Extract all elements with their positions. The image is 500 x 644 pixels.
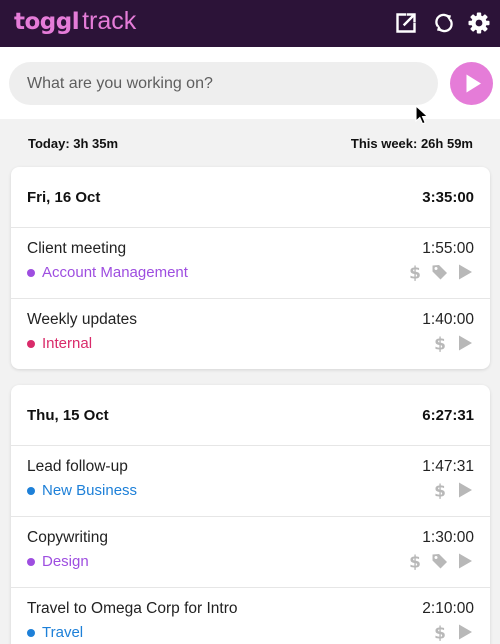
project-color-dot bbox=[27, 486, 35, 495]
play-icon bbox=[466, 74, 481, 93]
tag-icon[interactable] bbox=[431, 552, 449, 570]
svg-text:$: $ bbox=[409, 264, 421, 282]
entry-description: Lead follow-up bbox=[27, 458, 128, 475]
entry-duration: 2:10:00 bbox=[422, 600, 474, 617]
svg-text:$: $ bbox=[434, 624, 446, 642]
sync-icon[interactable] bbox=[430, 9, 458, 37]
project-name: Account Management bbox=[42, 264, 188, 281]
continue-play-icon[interactable] bbox=[456, 263, 474, 281]
continue-play-icon[interactable] bbox=[456, 481, 474, 499]
time-entry[interactable]: Travel to Omega Corp for Intro 2:10:00 T… bbox=[11, 587, 490, 644]
billable-dollar-icon[interactable]: $ bbox=[431, 481, 449, 500]
description-input[interactable] bbox=[9, 62, 438, 105]
svg-text:$: $ bbox=[409, 553, 421, 571]
entry-description: Travel to Omega Corp for Intro bbox=[27, 600, 238, 617]
entry-duration: 1:40:00 bbox=[422, 311, 474, 328]
continue-play-icon[interactable] bbox=[456, 552, 474, 570]
day-total-duration: 6:27:31 bbox=[422, 407, 474, 424]
billable-dollar-icon[interactable]: $ bbox=[406, 552, 424, 571]
week-total: This week: 26h 59m bbox=[350, 136, 473, 151]
project-color-dot bbox=[27, 268, 35, 277]
continue-play-icon[interactable] bbox=[456, 334, 474, 352]
entry-actions: $ bbox=[424, 334, 474, 352]
entry-description: Weekly updates bbox=[27, 311, 137, 328]
day-header: Thu, 15 Oct 6:27:31 bbox=[11, 385, 490, 445]
day-group: Fri, 16 Oct 3:35:00 Client meeting 1:55:… bbox=[11, 167, 490, 369]
entry-project[interactable]: Travel bbox=[27, 624, 83, 641]
entry-project[interactable]: Internal bbox=[27, 335, 92, 352]
time-summary: Today: 3h 35m This week: 26h 59m bbox=[0, 119, 500, 167]
entry-duration: 1:55:00 bbox=[422, 240, 474, 257]
toggl-track-logo: toggl track bbox=[14, 7, 136, 39]
day-date: Fri, 16 Oct bbox=[27, 189, 101, 206]
project-name: New Business bbox=[42, 482, 138, 499]
open-in-new-window-icon[interactable] bbox=[392, 9, 420, 37]
billable-dollar-icon[interactable]: $ bbox=[431, 334, 449, 353]
entry-duration: 1:47:31 bbox=[422, 458, 474, 475]
time-entry[interactable]: Lead follow-up 1:47:31 New Business $ bbox=[11, 445, 490, 516]
entry-actions: $ bbox=[424, 481, 474, 499]
entry-actions: $ bbox=[399, 552, 474, 570]
svg-text:$: $ bbox=[434, 482, 446, 500]
entry-duration: 1:30:00 bbox=[422, 529, 474, 546]
logo-secondary: track bbox=[82, 7, 137, 35]
project-color-dot bbox=[27, 557, 35, 566]
today-total: Today: 3h 35m bbox=[28, 136, 119, 151]
day-total-duration: 3:35:00 bbox=[422, 189, 474, 206]
billable-dollar-icon[interactable]: $ bbox=[406, 263, 424, 282]
project-color-dot bbox=[27, 339, 35, 348]
day-header: Fri, 16 Oct 3:35:00 bbox=[11, 167, 490, 227]
day-group: Thu, 15 Oct 6:27:31 Lead follow-up 1:47:… bbox=[11, 385, 490, 644]
time-entry[interactable]: Copywriting 1:30:00 Design $ bbox=[11, 516, 490, 587]
continue-play-icon[interactable] bbox=[456, 623, 474, 641]
header-bar: toggl track bbox=[0, 0, 500, 47]
svg-text:$: $ bbox=[434, 335, 446, 353]
entry-project[interactable]: Design bbox=[27, 553, 89, 570]
project-name: Design bbox=[42, 553, 89, 570]
entry-actions: $ bbox=[424, 623, 474, 641]
time-entry[interactable]: Client meeting 1:55:00 Account Managemen… bbox=[11, 227, 490, 298]
start-timer-button[interactable] bbox=[450, 62, 493, 105]
time-entry[interactable]: Weekly updates 1:40:00 Internal $ bbox=[11, 298, 490, 369]
entry-actions: $ bbox=[399, 263, 474, 281]
settings-gear-icon[interactable] bbox=[465, 9, 493, 37]
project-color-dot bbox=[27, 628, 35, 637]
project-name: Travel bbox=[42, 624, 84, 641]
entry-description: Copywriting bbox=[27, 529, 108, 546]
day-date: Thu, 15 Oct bbox=[27, 407, 109, 424]
entry-project[interactable]: New Business bbox=[27, 482, 137, 499]
entry-description: Client meeting bbox=[27, 240, 127, 257]
entry-project[interactable]: Account Management bbox=[27, 264, 188, 281]
tag-icon[interactable] bbox=[431, 263, 449, 281]
billable-dollar-icon[interactable]: $ bbox=[431, 623, 449, 642]
timer-bar bbox=[0, 47, 500, 119]
logo-primary: toggl bbox=[14, 9, 80, 35]
project-name: Internal bbox=[42, 335, 93, 352]
